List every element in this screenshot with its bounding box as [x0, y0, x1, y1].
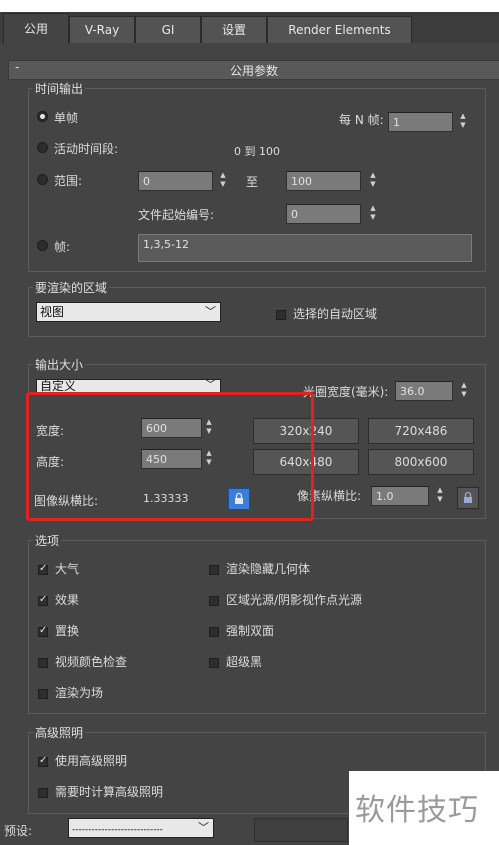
render-hidden-geometry-label: 渲染隐藏几何体 [226, 562, 311, 576]
range-to-field[interactable]: 100 [286, 171, 361, 191]
top-strip [0, 0, 499, 12]
area-lights-as-points-checkbox[interactable] [209, 596, 219, 606]
auto-region-label: 选择的自动区域 [293, 307, 378, 321]
highlight-box [26, 392, 314, 521]
tab-vray[interactable]: V-Ray [69, 16, 135, 43]
aperture-field[interactable]: 36.0 [395, 381, 453, 401]
force-two-sided-checkbox[interactable] [209, 627, 219, 637]
range-from-field[interactable]: 0 [138, 171, 213, 191]
frames-field[interactable]: 1,3,5-12 [138, 234, 472, 262]
watermark-text: 软件技巧 [355, 793, 479, 828]
atmosphere-checkbox[interactable] [38, 563, 48, 575]
output-size-legend: 输出大小 [33, 356, 86, 373]
radio-single-frame[interactable] [37, 111, 48, 122]
range-to-label: 至 [246, 175, 259, 189]
watermark: 软件技巧 [349, 771, 499, 845]
tab-common[interactable]: 公用 [3, 13, 69, 44]
force-two-sided-label: 强制双面 [226, 624, 275, 638]
single-frame-label: 单帧 [54, 111, 79, 125]
range-from-spinner[interactable]: ▲ ▼ [218, 171, 228, 191]
chevron-down-icon: ﹀ [205, 379, 216, 391]
auto-region-checkbox[interactable] [276, 310, 286, 320]
render-area-legend: 要渲染的区域 [33, 279, 110, 296]
render-mode-box[interactable] [254, 818, 348, 842]
radio-range[interactable] [37, 174, 48, 185]
pixel-aspect-lock-button[interactable] [457, 487, 479, 509]
aperture-spinner[interactable]: ▲ ▼ [459, 381, 469, 401]
super-black-label: 超级黑 [226, 655, 263, 669]
use-advanced-lighting-checkbox[interactable] [38, 755, 48, 767]
displacement-label: 置换 [55, 624, 80, 638]
output-preset-dropdown[interactable]: 自定义 ﹀ [36, 379, 221, 393]
preset-value: ---------------------------- [72, 825, 163, 835]
file-start-spinner[interactable]: ▲ ▼ [368, 204, 378, 224]
compute-advanced-lighting-checkbox[interactable] [38, 788, 48, 798]
tab-gi[interactable]: GI [135, 16, 201, 43]
use-advanced-lighting-label: 使用高级照明 [55, 754, 128, 768]
compute-advanced-lighting-label: 需要时计算高级照明 [55, 785, 164, 799]
file-start-field[interactable]: 0 [286, 204, 361, 224]
render-hidden-geometry-checkbox[interactable] [209, 565, 219, 575]
pixel-aspect-spinner[interactable]: ▲ ▼ [435, 486, 445, 506]
time-output-legend: 时间输出 [33, 80, 86, 97]
file-start-label: 文件起始编号: [138, 208, 215, 222]
tab-settings[interactable]: 设置 [201, 16, 267, 43]
effects-checkbox[interactable] [38, 594, 48, 606]
area-lights-as-points-label: 区域光源/阴影视作点光源 [226, 593, 363, 607]
render-area-dropdown[interactable]: 视图 ﹀ [36, 302, 221, 322]
preset-720x486-button[interactable]: 720x486 [368, 418, 474, 444]
rollout-title: 公用参数 [229, 64, 278, 78]
every-n-label: 每 N 帧: [339, 113, 384, 127]
render-area-value: 视图 [40, 305, 65, 319]
output-preset-value: 自定义 [40, 379, 77, 393]
active-segment-label: 活动时间段: [54, 142, 119, 156]
preset-label: 预设: [4, 824, 33, 838]
atmosphere-label: 大气 [55, 562, 80, 576]
chevron-down-icon: ﹀ [205, 305, 216, 318]
pixel-aspect-field[interactable]: 1.0 [371, 486, 429, 506]
video-color-check-checkbox[interactable] [38, 658, 48, 668]
tab-render-elements[interactable]: Render Elements [267, 16, 412, 43]
effects-label: 效果 [55, 593, 80, 607]
advanced-lighting-legend: 高级照明 [33, 724, 86, 741]
lock-icon [464, 491, 472, 503]
video-color-check-label: 视频颜色检查 [55, 655, 128, 669]
radio-active-segment[interactable] [37, 142, 48, 153]
render-fields-checkbox[interactable] [38, 689, 48, 699]
chevron-down-icon: ﹀ [198, 821, 209, 834]
active-range-text: 0 到 100 [234, 145, 280, 158]
range-to-spinner[interactable]: ▲ ▼ [368, 171, 378, 191]
every-n-spinner[interactable]: ▲ ▼ [458, 112, 468, 132]
preset-800x600-button[interactable]: 800x600 [368, 449, 474, 475]
preset-dropdown[interactable]: ---------------------------- ﹀ [68, 818, 214, 838]
radio-frames[interactable] [37, 240, 48, 251]
aperture-label: 光圈宽度(毫米): [303, 385, 389, 399]
render-fields-label: 渲染为场 [55, 686, 104, 700]
range-label: 范围: [54, 174, 83, 188]
frames-label: 帧: [54, 240, 71, 254]
every-n-field[interactable]: 1 [388, 112, 453, 132]
super-black-checkbox[interactable] [209, 658, 219, 668]
rollout-common-params[interactable]: - 公用参数 [8, 60, 499, 80]
options-legend: 选项 [33, 532, 62, 549]
displacement-checkbox[interactable] [38, 625, 48, 637]
